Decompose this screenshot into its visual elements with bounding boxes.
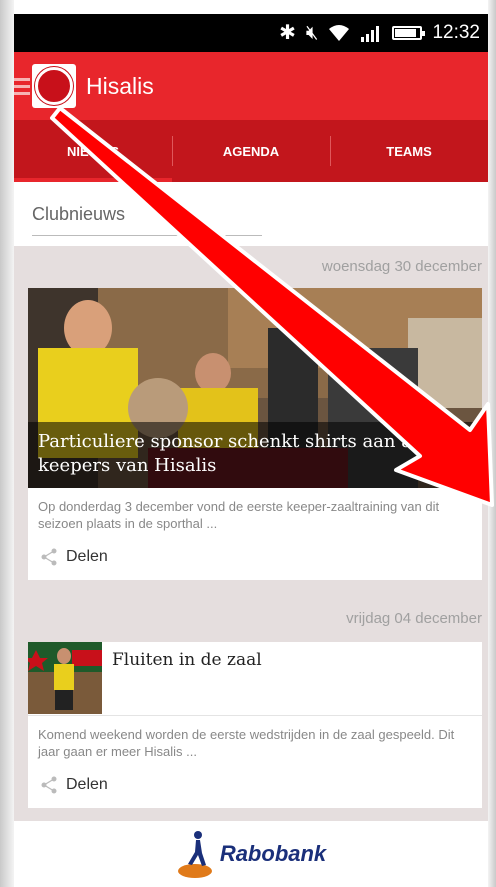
news-excerpt: Komend weekend worden de eerste wedstrij… bbox=[38, 727, 455, 759]
battery-icon bbox=[392, 26, 426, 40]
news-photo: Particuliere sponsor schenkt shirts aan … bbox=[28, 288, 482, 488]
date-header: woensdag 30 december bbox=[321, 258, 482, 275]
bluetooth-icon: ✱ bbox=[279, 22, 296, 44]
phone-screen: ✱ 🔇︎ 12:32 Hisalis NIEUWS AGENDA TEAMS C… bbox=[0, 0, 496, 887]
share-button[interactable]: Delen bbox=[28, 532, 482, 580]
tab-label: TEAMS bbox=[386, 143, 432, 159]
news-filter: Clubnieuws bbox=[14, 182, 488, 246]
tab-label: AGENDA bbox=[222, 143, 280, 159]
news-headline[interactable]: Fluiten in de zaal bbox=[102, 642, 262, 715]
tab-agenda[interactable]: AGENDA bbox=[172, 120, 330, 182]
wifi-icon bbox=[329, 25, 350, 41]
status-bar: ✱ 🔇︎ 12:32 bbox=[14, 14, 488, 52]
tab-nieuws[interactable]: NIEUWS bbox=[14, 120, 172, 182]
date-header: vrijdag 04 december bbox=[346, 610, 482, 627]
club-logo-emblem bbox=[35, 67, 73, 105]
battery-level bbox=[395, 29, 416, 37]
clock: 12:32 bbox=[432, 22, 480, 43]
share-label: Delen bbox=[66, 548, 108, 565]
menu-icon[interactable] bbox=[14, 77, 30, 95]
category-dropdown[interactable]: Clubnieuws bbox=[32, 204, 125, 225]
signal-icon bbox=[361, 26, 380, 42]
sponsor-name: Rabobank bbox=[219, 841, 327, 866]
news-thumbnail bbox=[28, 642, 102, 714]
tab-label: NIEUWS bbox=[67, 143, 119, 159]
share-icon bbox=[41, 548, 57, 566]
sponsor-footer[interactable]: Rabobank bbox=[14, 821, 488, 887]
app-bar: Hisalis bbox=[14, 52, 488, 120]
news-card[interactable]: Particuliere sponsor schenkt shirts aan … bbox=[28, 288, 482, 580]
share-button[interactable]: Delen bbox=[28, 760, 482, 808]
news-excerpt: Op donderdag 3 december vond de eerste k… bbox=[38, 499, 440, 531]
muted-volume-icon: 🔇︎ bbox=[305, 22, 319, 44]
share-icon bbox=[41, 776, 57, 794]
news-feed[interactable]: woensdag 30 december Particuliere sponso… bbox=[14, 246, 488, 821]
share-label: Delen bbox=[66, 776, 108, 793]
club-logo[interactable] bbox=[32, 64, 76, 108]
dropdown-underline bbox=[32, 235, 262, 236]
app-title: Hisalis bbox=[86, 72, 154, 99]
news-card[interactable]: Fluiten in de zaal Komend weekend worden… bbox=[28, 642, 482, 808]
rabobank-logo-icon bbox=[177, 831, 212, 878]
news-headline[interactable]: Particuliere sponsor schenkt shirts aan … bbox=[28, 422, 482, 488]
tab-teams[interactable]: TEAMS bbox=[330, 120, 488, 182]
tab-bar: NIEUWS AGENDA TEAMS bbox=[14, 120, 488, 182]
